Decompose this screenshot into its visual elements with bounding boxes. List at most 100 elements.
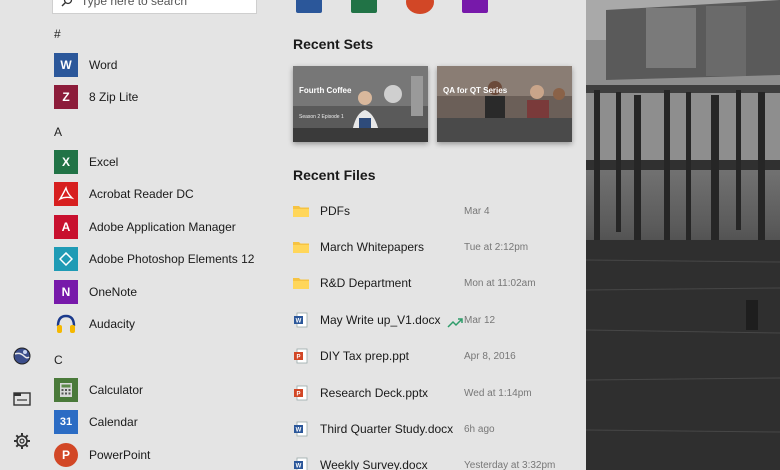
pinned-onenote[interactable] (460, 0, 490, 14)
word-icon (296, 0, 322, 13)
file-name: Third Quarter Study.docx (320, 422, 454, 436)
app-label: OneNote (89, 285, 138, 299)
file-date: Mar 4 (464, 205, 490, 217)
tile-title: QA for QT Series (443, 86, 508, 95)
recent-files-heading: Recent Files (293, 167, 376, 183)
app-label: Adobe Photoshop Elements 12 (89, 252, 255, 266)
acrobat-icon (54, 182, 78, 206)
trending-icon (446, 315, 463, 328)
file-date: Tue at 2:12pm (464, 241, 529, 253)
app-label: Excel (89, 155, 119, 169)
app-calculator[interactable]: Calculator (54, 377, 274, 403)
app-label: Adobe Application Manager (89, 220, 236, 234)
recent-file-row[interactable]: March Whitepapers Tue at 2:12pm (293, 236, 578, 258)
recent-sets-heading: Recent Sets (293, 36, 374, 52)
app-label: 8 Zip Lite (89, 90, 139, 104)
folder-icon (293, 239, 309, 255)
powerpoint-icon: P (54, 443, 78, 467)
file-date: Yesterday at 3:32pm (464, 459, 556, 470)
search-placeholder: Type here to search (81, 0, 188, 8)
word-icon: W (54, 53, 78, 77)
tile-subtitle: Season 2 Episode 1 (299, 114, 344, 120)
word-doc-icon: W (293, 457, 309, 470)
file-name: Research Deck.pptx (320, 386, 429, 400)
file-name: R&D Department (320, 276, 412, 290)
search-box[interactable]: Type here to search (52, 0, 257, 14)
powerpoint-icon (406, 0, 434, 14)
app-label: Calculator (89, 383, 144, 397)
app-powerpoint[interactable]: P PowerPoint (54, 442, 274, 468)
recent-file-row[interactable]: P Research Deck.pptx Wed at 1:14pm (293, 382, 578, 404)
svg-text:W: W (296, 464, 302, 470)
onenote-icon: N (54, 280, 78, 304)
pinned-excel[interactable] (349, 0, 379, 14)
recent-set-tile[interactable]: QA for QT Series (437, 66, 572, 142)
globe-button[interactable] (10, 344, 34, 368)
tile-title: Fourth Coffee (299, 86, 352, 95)
file-name: Weekly Survey.docx (320, 458, 428, 470)
adobe-icon: A (54, 215, 78, 239)
calendar-icon: 31 (54, 410, 78, 434)
app-calendar[interactable]: 31 Calendar (54, 409, 274, 435)
recent-file-row[interactable]: R&D Department Mon at 11:02am (293, 272, 578, 294)
desktop-wallpaper (586, 0, 780, 470)
8zip-icon: Z (54, 85, 78, 109)
tile-photo (437, 66, 572, 142)
app-onenote[interactable]: N OneNote (54, 279, 274, 305)
app-label: Acrobat Reader DC (89, 187, 194, 201)
app-photoshop-elements[interactable]: Adobe Photoshop Elements 12 (54, 246, 274, 272)
calculator-icon (54, 378, 78, 402)
pinned-powerpoint[interactable] (405, 0, 435, 14)
gear-icon (14, 433, 30, 449)
word-doc-icon: W (293, 421, 309, 437)
excel-icon (351, 0, 377, 13)
file-date: 6h ago (464, 423, 495, 435)
settings-button[interactable] (10, 429, 34, 453)
powerpoint-doc-icon: P (293, 348, 309, 364)
section-header-hash[interactable]: # (54, 27, 61, 41)
file-name: PDFs (320, 204, 350, 218)
recent-file-row[interactable]: P DIY Tax prep.ppt Apr 8, 2016 (293, 345, 578, 367)
search-icon (61, 0, 73, 7)
pier-photo (586, 0, 780, 470)
tile-photo (293, 66, 428, 142)
excel-icon: X (54, 150, 78, 174)
svg-text:P: P (296, 392, 300, 398)
recent-file-row[interactable]: W Third Quarter Study.docx 6h ago (293, 418, 578, 440)
file-date: Apr 8, 2016 (464, 350, 516, 362)
file-explorer-button[interactable] (10, 386, 34, 410)
svg-text:W: W (296, 428, 302, 434)
app-excel[interactable]: X Excel (54, 149, 274, 175)
file-name: March Whitepapers (320, 240, 425, 254)
audacity-icon (54, 312, 78, 336)
app-word[interactable]: W Word (54, 52, 274, 78)
photoshop-elements-icon (54, 247, 78, 271)
onenote-icon (462, 0, 488, 13)
recent-file-row[interactable]: W May Write up_V1.docx Mar 12 (293, 309, 578, 331)
file-date: Wed at 1:14pm (464, 387, 532, 399)
pinned-word[interactable] (294, 0, 324, 14)
app-adobe-application-manager[interactable]: A Adobe Application Manager (54, 214, 274, 240)
file-explorer-icon (13, 392, 31, 406)
app-label: Audacity (89, 317, 136, 331)
section-header-a[interactable]: A (54, 125, 62, 139)
file-date: Mon at 11:02am (464, 277, 536, 289)
app-acrobat-reader[interactable]: Acrobat Reader DC (54, 181, 274, 207)
app-label: Calendar (89, 415, 138, 429)
recent-set-tile[interactable]: Fourth Coffee Season 2 Episode 1 (293, 66, 428, 142)
section-header-c[interactable]: C (54, 353, 63, 367)
recent-file-row[interactable]: PDFs Mar 4 (293, 200, 578, 222)
recent-file-row[interactable]: W Weekly Survey.docx Yesterday at 3:32pm (293, 454, 578, 470)
globe-icon (13, 347, 31, 365)
svg-text:P: P (296, 355, 300, 361)
folder-icon (293, 203, 309, 219)
app-label: PowerPoint (89, 448, 151, 462)
app-label: Word (89, 58, 118, 72)
file-date: Mar 12 (464, 314, 496, 326)
folder-icon (293, 275, 309, 291)
app-8zip-lite[interactable]: Z 8 Zip Lite (54, 84, 274, 110)
svg-text:W: W (296, 319, 302, 325)
file-name: May Write up_V1.docx (320, 313, 441, 327)
file-name: DIY Tax prep.ppt (320, 349, 409, 363)
app-audacity[interactable]: Audacity (54, 311, 274, 337)
